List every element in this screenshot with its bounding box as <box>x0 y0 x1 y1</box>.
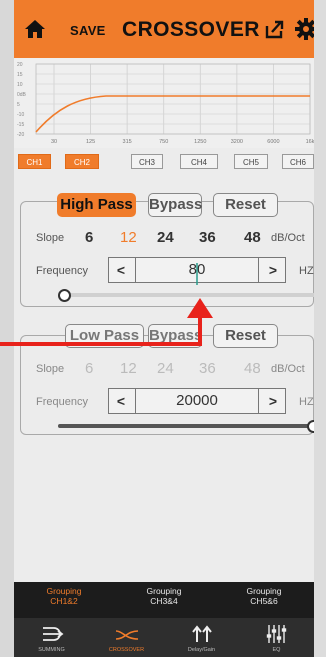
nav-eq[interactable]: EQ <box>239 618 314 657</box>
export-icon[interactable] <box>264 18 286 40</box>
high-pass-frequency-increase-button[interactable]: > <box>261 258 285 282</box>
tab-ch4[interactable]: CH4 <box>180 154 218 169</box>
high-pass-slope-36[interactable]: 36 <box>199 229 216 246</box>
graph-x-tick-label: 125 <box>86 139 95 145</box>
high-pass-bypass-button[interactable]: Bypass <box>148 193 202 217</box>
low-pass-slope-label: Slope <box>36 363 65 375</box>
low-pass-slope-unit: dB/Oct <box>271 363 305 375</box>
gear-icon[interactable] <box>294 17 314 41</box>
nav-delay-gain-label: Delay/Gain <box>187 647 216 653</box>
low-pass-frequency-decrease-button[interactable]: < <box>109 389 133 413</box>
nav-crossover-label: CROSSOVER <box>108 647 145 653</box>
grouping-ch3-4-channels: CH3&4 <box>150 596 178 606</box>
high-pass-slope-unit: dB/Oct <box>271 232 305 244</box>
low-pass-frequency-increase-button[interactable]: > <box>261 389 285 413</box>
summing-icon <box>43 627 64 641</box>
frequency-response-graph: 30 125 315 750 1250 3200 6000 16k 20 15 10 0dB 5 -10 -… <box>14 58 314 148</box>
graph-x-tick-label: 750 <box>159 139 168 145</box>
tab-ch1[interactable]: CH1 <box>18 154 51 169</box>
high-pass-frequency-slider[interactable] <box>58 289 314 302</box>
low-pass-slider-handle[interactable] <box>307 420 314 433</box>
high-pass-frequency-label: Frequency <box>36 265 88 277</box>
bottom-navigation: SUMMING CROSSOVER Delay/Gain EQ <box>14 618 314 657</box>
nav-eq-label: EQ <box>272 647 281 653</box>
graph-y-tick-label: -10 <box>17 112 24 118</box>
grouping-ch5-6-button[interactable]: Grouping CH5&6 <box>214 586 314 606</box>
low-pass-slope-6[interactable]: 6 <box>85 360 93 377</box>
high-pass-slope-6[interactable]: 6 <box>85 229 93 246</box>
grouping-bar: Grouping CH1&2 Grouping CH3&4 Grouping C… <box>14 582 314 618</box>
nav-delay-gain[interactable]: Delay/Gain <box>164 618 239 657</box>
app-screen: SAVE CROSSOVER 30 125 315 750 1250 3200 6000 16… <box>14 0 314 657</box>
page-title: CROSSOVER <box>122 18 260 41</box>
graph-y-tick-label: 10 <box>17 82 23 88</box>
graph-x-tick-label: 3200 <box>231 139 243 145</box>
frequency-response-plot: 30 125 315 750 1250 3200 6000 16k 20 15 10 0dB 5 -10 -… <box>17 62 314 145</box>
tab-ch2[interactable]: CH2 <box>65 154 99 169</box>
nav-crossover[interactable]: CROSSOVER <box>89 618 164 657</box>
low-pass-slope-48[interactable]: 48 <box>244 360 261 377</box>
low-pass-frequency-label: Frequency <box>36 396 88 408</box>
background-left <box>0 0 14 657</box>
grouping-ch1-2-title: Grouping <box>46 586 82 596</box>
low-pass-reset-button[interactable]: Reset <box>213 324 278 348</box>
background-right <box>314 0 326 657</box>
low-pass-frequency-input[interactable]: 20000 <box>135 389 259 413</box>
high-pass-slope-label: Slope <box>36 232 65 244</box>
low-pass-panel <box>20 335 314 435</box>
save-button[interactable]: SAVE <box>70 23 106 38</box>
graph-y-tick-label: 0dB <box>17 92 27 98</box>
delay-gain-icon <box>192 625 212 642</box>
high-pass-frequency-unit: HZ <box>299 265 314 277</box>
high-pass-frequency-input[interactable]: 80 <box>135 258 259 282</box>
tab-ch3[interactable]: CH3 <box>131 154 163 169</box>
high-pass-reset-button[interactable]: Reset <box>213 193 278 217</box>
high-pass-slope-24[interactable]: 24 <box>157 229 174 246</box>
graph-x-tick-label: 315 <box>123 139 132 145</box>
home-icon[interactable] <box>24 18 46 40</box>
grouping-ch1-2-channels: CH1&2 <box>50 596 78 606</box>
grouping-ch5-6-title: Grouping <box>246 586 282 596</box>
low-pass-bypass-button[interactable]: Bypass <box>148 324 202 348</box>
high-pass-frequency-stepper: < 80 > <box>108 257 286 283</box>
low-pass-slope-24[interactable]: 24 <box>157 360 174 377</box>
graph-y-tick-label: 5 <box>17 102 20 108</box>
high-pass-frequency-decrease-button[interactable]: < <box>109 258 133 282</box>
low-pass-slider-fill <box>58 424 312 428</box>
graph-x-tick-label: 30 <box>51 139 57 145</box>
grouping-ch5-6-channels: CH5&6 <box>250 596 278 606</box>
grouping-ch1-2-button[interactable]: Grouping CH1&2 <box>14 586 114 606</box>
header-bar: SAVE CROSSOVER <box>14 0 314 58</box>
crossover-icon <box>115 630 139 640</box>
high-pass-slope-12[interactable]: 12 <box>120 229 137 246</box>
tab-ch5[interactable]: CH5 <box>234 154 268 169</box>
low-pass-button[interactable]: Low Pass <box>65 324 144 348</box>
low-pass-frequency-stepper: < 20000 > <box>108 388 286 414</box>
low-pass-frequency-unit: HZ <box>299 396 314 408</box>
grouping-ch3-4-title: Grouping <box>146 586 182 596</box>
graph-y-tick-label: 20 <box>17 62 23 68</box>
high-pass-slope-48[interactable]: 48 <box>244 229 261 246</box>
high-pass-slider-handle[interactable] <box>58 289 71 302</box>
nav-summing[interactable]: SUMMING <box>14 618 89 657</box>
low-pass-slope-36[interactable]: 36 <box>199 360 216 377</box>
nav-summing-label: SUMMING <box>38 647 65 653</box>
grouping-ch3-4-button[interactable]: Grouping CH3&4 <box>114 586 214 606</box>
graph-x-tick-label: 16k <box>306 139 314 145</box>
channel-tabs: CH1 CH2 CH3 CH4 CH5 CH6 <box>18 154 314 172</box>
graph-x-tick-label: 6000 <box>267 139 279 145</box>
graph-y-tick-label: -15 <box>17 122 24 128</box>
eq-icon <box>266 625 287 643</box>
graph-y-tick-label: 15 <box>17 72 23 78</box>
high-pass-button[interactable]: High Pass <box>57 193 136 217</box>
graph-frame <box>35 63 311 135</box>
graph-y-tick-label: -20 <box>17 132 24 138</box>
graph-x-tick-label: 1250 <box>194 139 206 145</box>
low-pass-slope-12[interactable]: 12 <box>120 360 137 377</box>
low-pass-frequency-slider[interactable] <box>58 420 314 433</box>
tab-ch6[interactable]: CH6 <box>282 154 314 169</box>
